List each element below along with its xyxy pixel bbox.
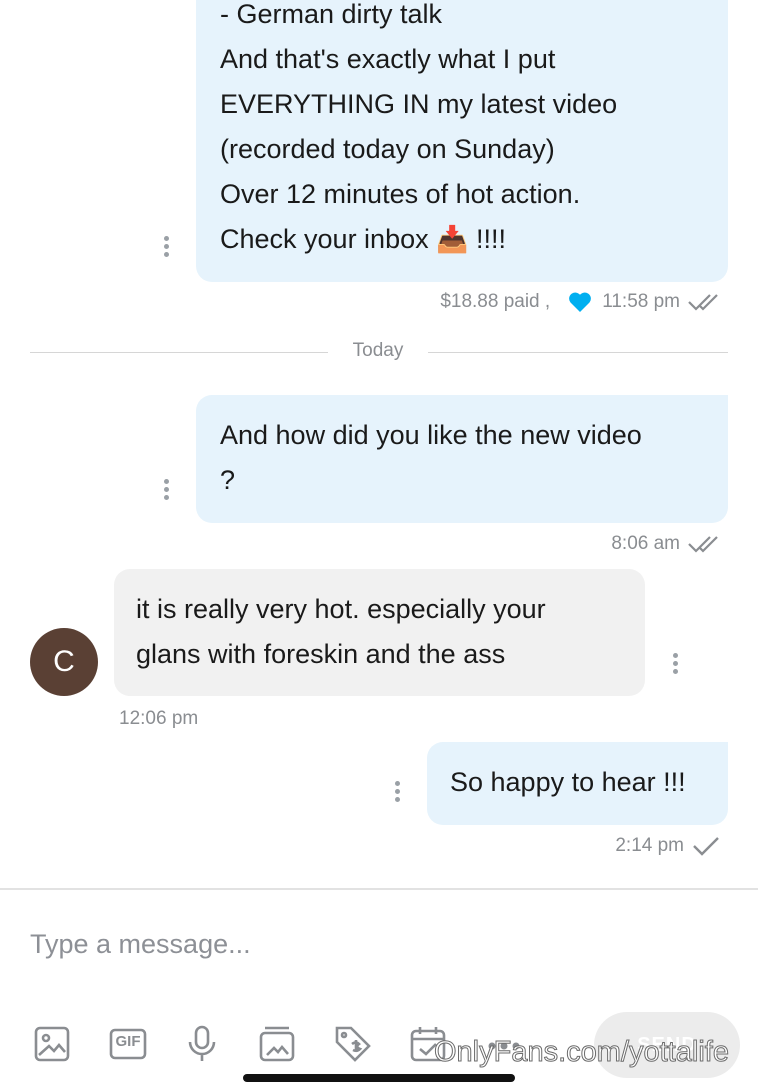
heart-icon xyxy=(560,291,592,313)
date-divider-label: Today xyxy=(352,340,404,361)
price-tag-icon[interactable] xyxy=(333,1024,373,1064)
message-text: glans with foreskin and the ass xyxy=(136,639,506,669)
divider-line xyxy=(428,352,728,353)
message-text: ? xyxy=(220,465,236,495)
message-options-button[interactable] xyxy=(394,781,400,802)
message-time: 11:58 pm xyxy=(602,291,680,312)
composer-divider xyxy=(0,888,758,890)
message-options-button[interactable] xyxy=(672,653,678,674)
message-text: - German dirty talk xyxy=(220,0,443,29)
message-text: Over 12 minutes of hot action. xyxy=(220,179,581,209)
outgoing-message-bubble: So happy to hear !!! xyxy=(427,742,728,825)
image-icon[interactable] xyxy=(32,1024,72,1064)
incoming-message-bubble: it is really very hot. especially your g… xyxy=(114,569,645,696)
message-text: it is really very hot. especially your xyxy=(136,594,546,624)
message-text: And how did you like the new video xyxy=(220,420,642,450)
message-time: 2:14 pm xyxy=(615,835,684,856)
microphone-icon[interactable] xyxy=(182,1024,222,1064)
inbox-tray-emoji: 📥 xyxy=(436,225,469,255)
message-text: So happy to hear !!! xyxy=(450,767,686,797)
message-input[interactable]: Type a message... xyxy=(30,920,590,968)
gif-icon[interactable]: GIF xyxy=(108,1024,148,1064)
media-vault-icon[interactable] xyxy=(257,1024,297,1064)
double-check-icon xyxy=(680,292,722,312)
paid-amount: $18.88 paid , xyxy=(440,291,551,312)
outgoing-message-bubble: And how did you like the new video ? xyxy=(196,395,728,523)
message-meta: 2:14 pm xyxy=(615,835,720,857)
message-time: 12:06 pm xyxy=(119,708,199,729)
check-icon xyxy=(684,836,720,856)
message-text: EVERYTHING IN my latest video xyxy=(220,89,618,119)
message-options-button[interactable] xyxy=(163,236,169,257)
divider-line xyxy=(30,352,328,353)
avatar[interactable]: C xyxy=(30,628,98,696)
message-time: 8:06 am xyxy=(611,533,680,554)
double-check-icon xyxy=(680,534,722,554)
message-text: (recorded today on Sunday) xyxy=(220,134,555,164)
message-meta: 8:06 am xyxy=(611,533,722,555)
outgoing-message-bubble: - German dirty talk And that's exactly w… xyxy=(196,0,728,282)
message-meta: $18.88 paid , 11:58 pm xyxy=(440,291,722,313)
home-indicator xyxy=(243,1074,515,1082)
message-options-button[interactable] xyxy=(163,479,169,500)
watermark: OnlyFans.com/yottalife xyxy=(434,1036,730,1069)
message-text: Check your inbox 📥 !!!! xyxy=(220,224,507,255)
message-text: And that's exactly what I put xyxy=(220,44,556,74)
